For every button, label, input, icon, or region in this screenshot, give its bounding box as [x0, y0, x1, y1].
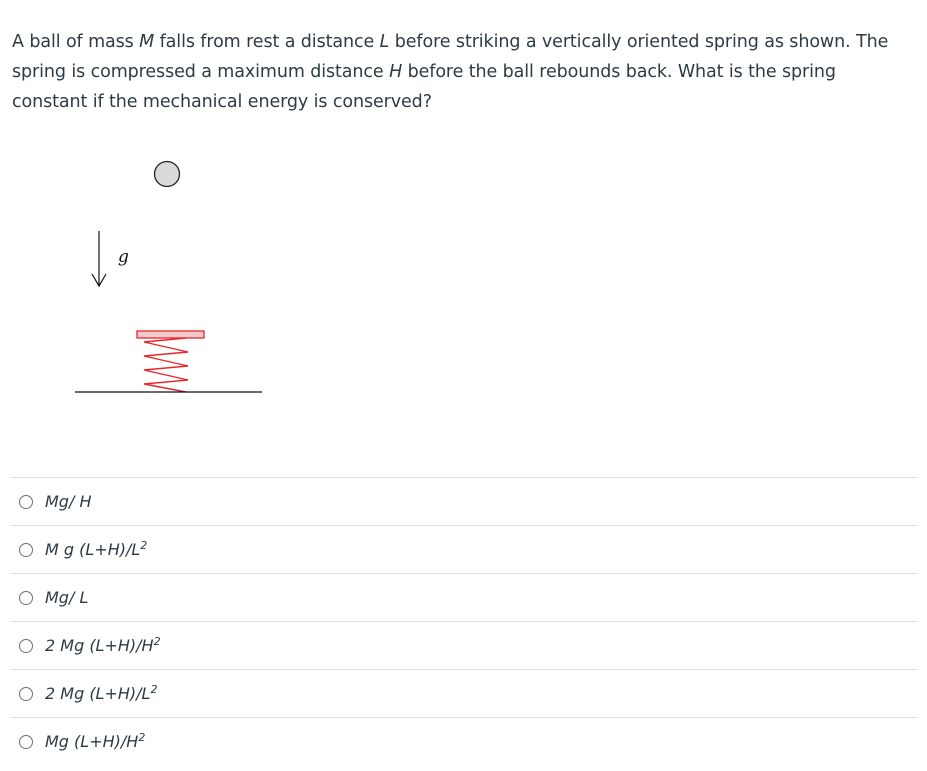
radio-button[interactable] [19, 638, 33, 653]
radio-button[interactable] [19, 590, 33, 605]
answer-label: M g (L+H)/L2 [45, 539, 148, 559]
answer-option[interactable]: M g (L+H)/L2 [10, 525, 918, 573]
question-text: A ball of mass M falls from rest a dista… [12, 27, 912, 117]
answer-label: Mg/ H [45, 492, 92, 511]
answer-label: 2 Mg (L+H)/H2 [45, 635, 161, 655]
spring-plate [136, 330, 205, 339]
answer-option[interactable]: Mg (L+H)/H2 [10, 717, 918, 765]
q-seg: A ball of mass [12, 32, 140, 52]
gravity-arrow-icon [91, 231, 107, 288]
q-var-l: L [379, 32, 390, 52]
answer-option[interactable]: Mg/ H [10, 477, 918, 525]
radio-button[interactable] [19, 686, 33, 701]
ball-icon [153, 160, 181, 188]
answer-option[interactable]: 2 Mg (L+H)/L2 [10, 669, 918, 717]
radio-button[interactable] [19, 734, 33, 749]
q-var-h: H [389, 62, 403, 82]
diagram-svg: g [75, 160, 262, 393]
q-seg: falls from rest a distance [154, 32, 380, 52]
answer-list: Mg/ H M g (L+H)/L2 Mg/ L 2 Mg (L+H)/H2 2… [10, 477, 918, 765]
radio-button[interactable] [19, 542, 33, 557]
answer-label: 2 Mg (L+H)/L2 [45, 683, 158, 703]
q-var-m: M [139, 32, 155, 52]
answer-option[interactable]: Mg/ L [10, 573, 918, 621]
spring-diagram: g [0, 140, 300, 410]
answer-label: Mg (L+H)/H2 [45, 731, 146, 751]
radio-button[interactable] [19, 494, 33, 509]
spring-coil-icon [143, 337, 189, 393]
answer-label: Mg/ L [45, 588, 89, 607]
answer-option[interactable]: 2 Mg (L+H)/H2 [10, 621, 918, 669]
gravity-label: g [118, 247, 129, 267]
